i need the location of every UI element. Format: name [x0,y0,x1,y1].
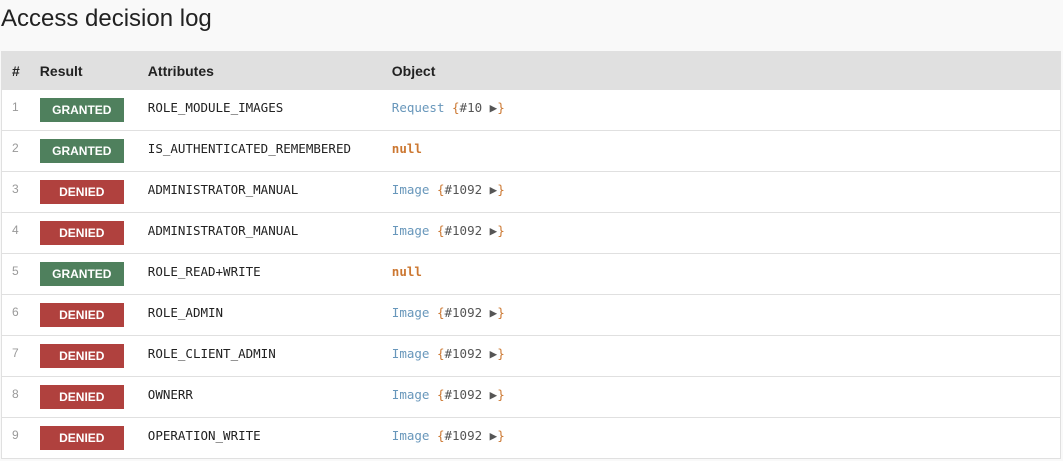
table-row: 8 DENIED OWNERR Image {#1092 ▶} [1,376,1061,418]
row-number: 6 [1,294,30,336]
attribute-cell: ROLE_MODULE_IMAGES [137,89,382,131]
table-row: 4 DENIED ADMINISTRATOR_MANUAL Image {#10… [1,212,1061,254]
attribute-cell: ADMINISTRATOR_MANUAL [137,212,382,254]
column-number: # [1,51,30,90]
result-cell: GRANTED [29,130,138,172]
attribute-cell: ROLE_CLIENT_ADMIN [137,335,382,377]
result-badge: GRANTED [39,262,124,286]
result-cell: DENIED [29,294,138,336]
attribute-cell: OPERATION_WRITE [137,417,382,459]
object-cell: Image {#1092 ▶} [381,171,1061,213]
row-number: 9 [1,417,30,459]
table-header: # Result Attributes Object [1,51,1061,90]
object-dump[interactable]: Request {#10 ▶} [392,100,505,115]
table-row: 6 DENIED ROLE_ADMIN Image {#1092 ▶} [1,294,1061,336]
result-cell: DENIED [29,171,138,213]
object-cell: Image {#1092 ▶} [381,376,1061,418]
object-dump[interactable]: Image {#1092 ▶} [392,428,505,443]
column-result: Result [29,51,138,90]
object-id: #1092 [444,387,483,402]
null-value: null [391,264,422,279]
object-dump[interactable]: Image {#1092 ▶} [392,346,505,361]
result-cell: DENIED [29,212,138,254]
null-value: null [391,141,422,156]
object-cell: Image {#1092 ▶} [381,417,1061,459]
table-row: 2 GRANTED IS_AUTHENTICATED_REMEMBERED nu… [1,130,1061,172]
result-badge: DENIED [39,221,124,245]
attribute-cell: IS_AUTHENTICATED_REMEMBERED [137,130,382,172]
table-row: 9 DENIED OPERATION_WRITE Image {#1092 ▶} [1,417,1061,459]
object-dump[interactable]: Image {#1092 ▶} [392,223,505,238]
object-cell: null [381,130,1061,172]
result-badge: DENIED [39,426,124,450]
result-cell: GRANTED [29,89,138,131]
object-id: #1092 [444,305,483,320]
attribute-cell: ADMINISTRATOR_MANUAL [137,171,382,213]
object-class: Image [391,346,430,361]
object-dump[interactable]: Image {#1092 ▶} [392,305,505,320]
object-class: Image [391,305,430,320]
object-class: Request [391,100,445,115]
attribute-cell: ROLE_ADMIN [137,294,382,336]
object-id: #1092 [444,182,483,197]
column-attributes: Attributes [137,51,382,90]
object-cell: Image {#1092 ▶} [381,335,1061,377]
page-title: Access decision log [1,5,212,32]
object-cell: null [381,253,1061,295]
object-id: #1092 [444,346,483,361]
result-badge: GRANTED [39,139,124,163]
access-decision-table: # Result Attributes Object 1 GRANTED ROL… [1,51,1061,459]
row-number: 5 [1,253,30,295]
result-cell: DENIED [29,376,138,418]
row-number: 1 [1,89,30,131]
result-badge: DENIED [39,344,124,368]
attribute-cell: ROLE_READ+WRITE [137,253,382,295]
object-id: #10 [459,100,483,115]
result-cell: DENIED [29,417,138,459]
object-class: Image [391,387,430,402]
result-badge: DENIED [39,303,124,327]
object-dump[interactable]: Image {#1092 ▶} [392,182,505,197]
table-row: 3 DENIED ADMINISTRATOR_MANUAL Image {#10… [1,171,1061,213]
row-number: 8 [1,376,30,418]
result-badge: DENIED [39,180,124,204]
result-badge: DENIED [39,385,124,409]
attribute-cell: OWNERR [137,376,382,418]
result-badge: GRANTED [39,98,124,122]
object-id: #1092 [444,223,483,238]
object-id: #1092 [444,428,483,443]
object-cell: Request {#10 ▶} [381,89,1061,131]
object-class: Image [391,223,430,238]
column-object: Object [381,51,1061,90]
table-row: 5 GRANTED ROLE_READ+WRITE null [1,253,1061,295]
row-number: 7 [1,335,30,377]
object-class: Image [391,182,430,197]
object-cell: Image {#1092 ▶} [381,294,1061,336]
result-cell: GRANTED [29,253,138,295]
object-cell: Image {#1092 ▶} [381,212,1061,254]
object-dump[interactable]: Image {#1092 ▶} [392,387,505,402]
object-class: Image [391,428,430,443]
row-number: 4 [1,212,30,254]
result-cell: DENIED [29,335,138,377]
row-number: 3 [1,171,30,213]
table-row: 7 DENIED ROLE_CLIENT_ADMIN Image {#1092 … [1,335,1061,377]
table-row: 1 GRANTED ROLE_MODULE_IMAGES Request {#1… [1,89,1061,131]
row-number: 2 [1,130,30,172]
